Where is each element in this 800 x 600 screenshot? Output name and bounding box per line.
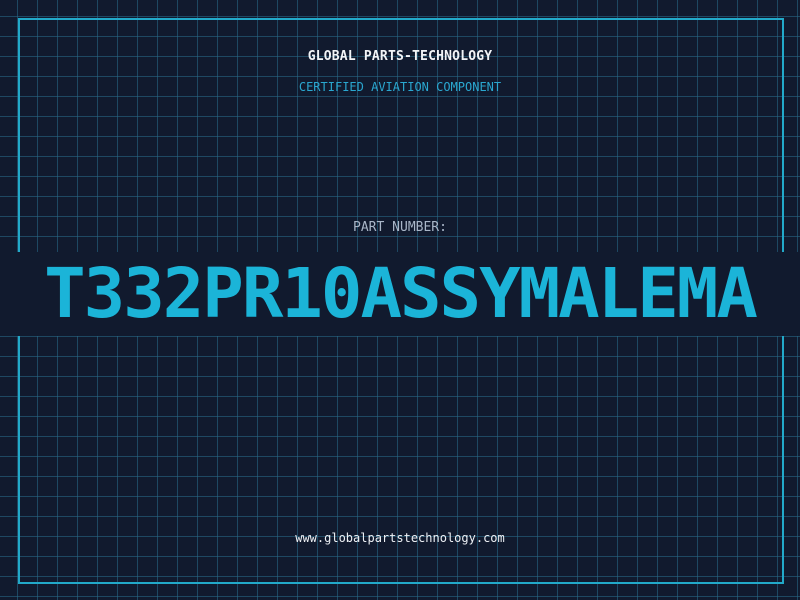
website-url: www.globalpartstechnology.com — [295, 531, 505, 545]
certificate-panel: GLOBAL PARTS-TECHNOLOGY CERTIFIED AVIATI… — [0, 0, 800, 600]
part-number-label: PART NUMBER: — [353, 220, 447, 235]
part-number-band: T332PR10ASSYMALEMA — [0, 252, 800, 336]
company-name: GLOBAL PARTS-TECHNOLOGY — [307, 49, 493, 64]
certification-subtitle: CERTIFIED AVIATION COMPONENT — [298, 80, 502, 94]
part-number-value: T332PR10ASSYMALEMA — [44, 254, 758, 334]
